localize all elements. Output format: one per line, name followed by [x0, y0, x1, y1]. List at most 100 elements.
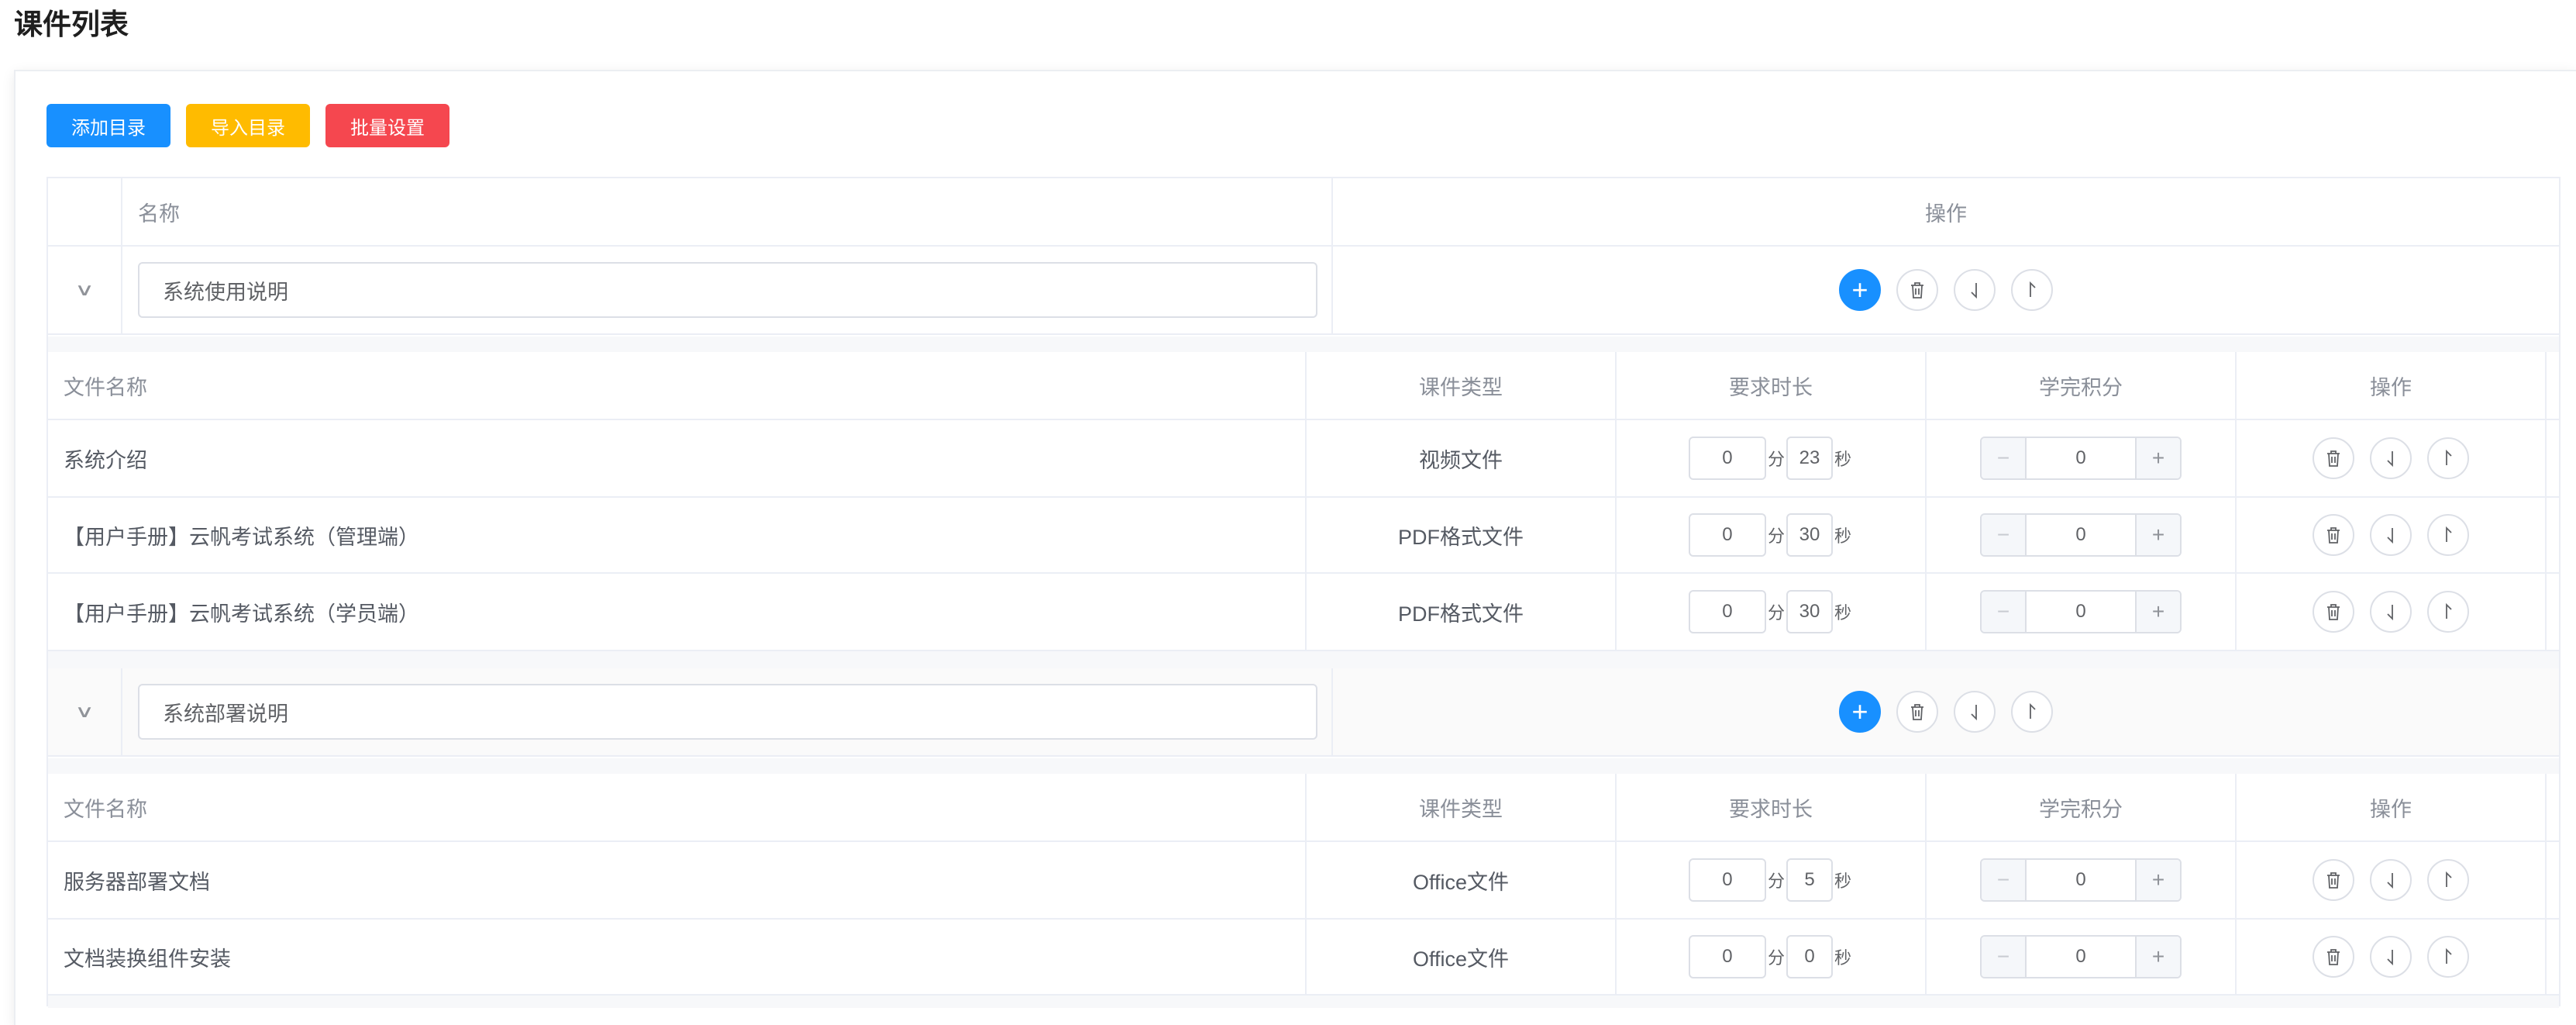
table-row: 系统介绍 视频文件 分 秒 − 0 +: [48, 420, 2559, 498]
seconds-input[interactable]: [1786, 437, 1833, 480]
ops-column-header: 操作: [1333, 178, 2559, 245]
file-name-cell: 系统介绍: [48, 420, 1307, 496]
move-up-button[interactable]: [2427, 936, 2469, 978]
move-down-button[interactable]: [2370, 437, 2412, 479]
score-value[interactable]: 0: [2027, 515, 2135, 555]
seconds-unit: 秒: [1834, 450, 1852, 469]
add-file-button[interactable]: +: [1839, 691, 1881, 733]
file-name: 【用户手册】云帆考试系统（学员端）: [64, 602, 419, 626]
file-header-row: 文件名称 课件类型 要求时长 学完积分 操作: [48, 774, 2559, 842]
minutes-input[interactable]: [1688, 513, 1766, 557]
score-value[interactable]: 0: [2027, 860, 2135, 900]
seconds-input[interactable]: [1786, 935, 1833, 978]
move-up-button[interactable]: [2427, 859, 2469, 901]
move-up-button[interactable]: [2427, 514, 2469, 556]
arrow-down-icon: [2387, 605, 2393, 621]
score-cell: − 0 +: [1927, 420, 2237, 496]
trash-icon: [2327, 604, 2340, 620]
duration-header-label: 要求时长: [1729, 797, 1813, 821]
delete-file-button[interactable]: [2313, 859, 2354, 901]
arrow-down-icon: [2387, 528, 2393, 544]
duration-cell: 分 秒: [1617, 842, 1927, 918]
move-down-button[interactable]: [2370, 859, 2412, 901]
content-card: 添加目录 导入目录 批量设置 名称 操作 ∨ + 文件名称: [14, 70, 2576, 1025]
directory-name-cell: [122, 247, 1333, 333]
directory-name-input[interactable]: [138, 684, 1317, 740]
directory-row: ∨ +: [48, 247, 2559, 335]
delete-file-button[interactable]: [2313, 936, 2354, 978]
increase-button[interactable]: +: [2135, 438, 2180, 478]
increase-button[interactable]: +: [2135, 592, 2180, 632]
move-down-button[interactable]: [1954, 691, 1996, 733]
minutes-unit: 分: [1767, 603, 1785, 623]
score-stepper: − 0 +: [1980, 858, 2182, 902]
score-value[interactable]: 0: [2027, 937, 2135, 977]
move-down-button[interactable]: [2370, 591, 2412, 633]
expand-toggle[interactable]: ∨: [48, 247, 122, 333]
type-header-label: 课件类型: [1419, 375, 1503, 399]
trash-icon: [2327, 872, 2340, 889]
delete-directory-button[interactable]: [1896, 269, 1938, 311]
seconds-unit: 秒: [1834, 948, 1852, 968]
duration-cell: 分 秒: [1617, 420, 1927, 496]
minutes-input[interactable]: [1688, 858, 1766, 902]
file-type: PDF格式文件: [1398, 602, 1524, 626]
file-header-row: 文件名称 课件类型 要求时长 学完积分 操作: [48, 352, 2559, 420]
batch-settings-button[interactable]: 批量设置: [325, 104, 449, 147]
directory-name-input[interactable]: [138, 262, 1317, 318]
minutes-unit: 分: [1767, 450, 1785, 469]
file-name-header-label: 文件名称: [64, 797, 147, 821]
score-cell: − 0 +: [1927, 920, 2237, 994]
move-down-button[interactable]: [1954, 269, 1996, 311]
seconds-input[interactable]: [1786, 590, 1833, 633]
increase-button[interactable]: +: [2135, 860, 2180, 900]
type-cell: 视频文件: [1307, 420, 1617, 496]
decrease-button[interactable]: −: [1982, 937, 2027, 977]
move-up-button[interactable]: [2427, 437, 2469, 479]
decrease-button[interactable]: −: [1982, 860, 2027, 900]
move-up-button[interactable]: [2011, 269, 2053, 311]
delete-file-button[interactable]: [2313, 591, 2354, 633]
table-row: 文档装换组件安装 Office文件 分 秒 − 0 +: [48, 920, 2559, 996]
increase-button[interactable]: +: [2135, 937, 2180, 977]
move-down-button[interactable]: [2370, 936, 2412, 978]
file-ops-cell: [2237, 498, 2547, 572]
file-type: Office文件: [1412, 870, 1510, 894]
add-directory-button[interactable]: 添加目录: [46, 104, 170, 147]
file-ops-cell: [2237, 842, 2547, 918]
seconds-unit: 秒: [1834, 871, 1852, 891]
score-value[interactable]: 0: [2027, 592, 2135, 632]
decrease-button[interactable]: −: [1982, 438, 2027, 478]
delete-file-button[interactable]: [2313, 437, 2354, 479]
file-ops-cell: [2237, 420, 2547, 496]
chevron-down-icon: ∨: [74, 702, 95, 721]
increase-button[interactable]: +: [2135, 515, 2180, 555]
move-down-button[interactable]: [2370, 514, 2412, 556]
minutes-input[interactable]: [1688, 935, 1766, 978]
plus-icon: +: [2151, 446, 2165, 470]
minutes-input[interactable]: [1688, 590, 1766, 633]
delete-file-button[interactable]: [2313, 514, 2354, 556]
tree-header-row: 名称 操作: [48, 178, 2559, 247]
seconds-input[interactable]: [1786, 513, 1833, 557]
import-directory-button[interactable]: 导入目录: [186, 104, 310, 147]
add-file-button[interactable]: +: [1839, 269, 1881, 311]
move-up-button[interactable]: [2427, 591, 2469, 633]
minutes-unit: 分: [1767, 526, 1785, 546]
file-type: PDF格式文件: [1398, 525, 1524, 549]
arrow-up-icon: [2446, 602, 2452, 619]
minus-icon: −: [1996, 868, 2010, 892]
name-header-label: 名称: [138, 202, 180, 226]
delete-directory-button[interactable]: [1896, 691, 1938, 733]
move-up-button[interactable]: [2011, 691, 2053, 733]
expand-toggle[interactable]: ∨: [48, 668, 122, 755]
type-cell: Office文件: [1307, 842, 1617, 918]
seconds-input[interactable]: [1786, 858, 1833, 902]
arrow-down-icon: [2387, 873, 2393, 889]
decrease-button[interactable]: −: [1982, 515, 2027, 555]
minutes-input[interactable]: [1688, 437, 1766, 480]
decrease-button[interactable]: −: [1982, 592, 2027, 632]
arrow-up-icon: [2446, 526, 2452, 542]
score-value[interactable]: 0: [2027, 438, 2135, 478]
chevron-down-icon: ∨: [74, 280, 95, 299]
